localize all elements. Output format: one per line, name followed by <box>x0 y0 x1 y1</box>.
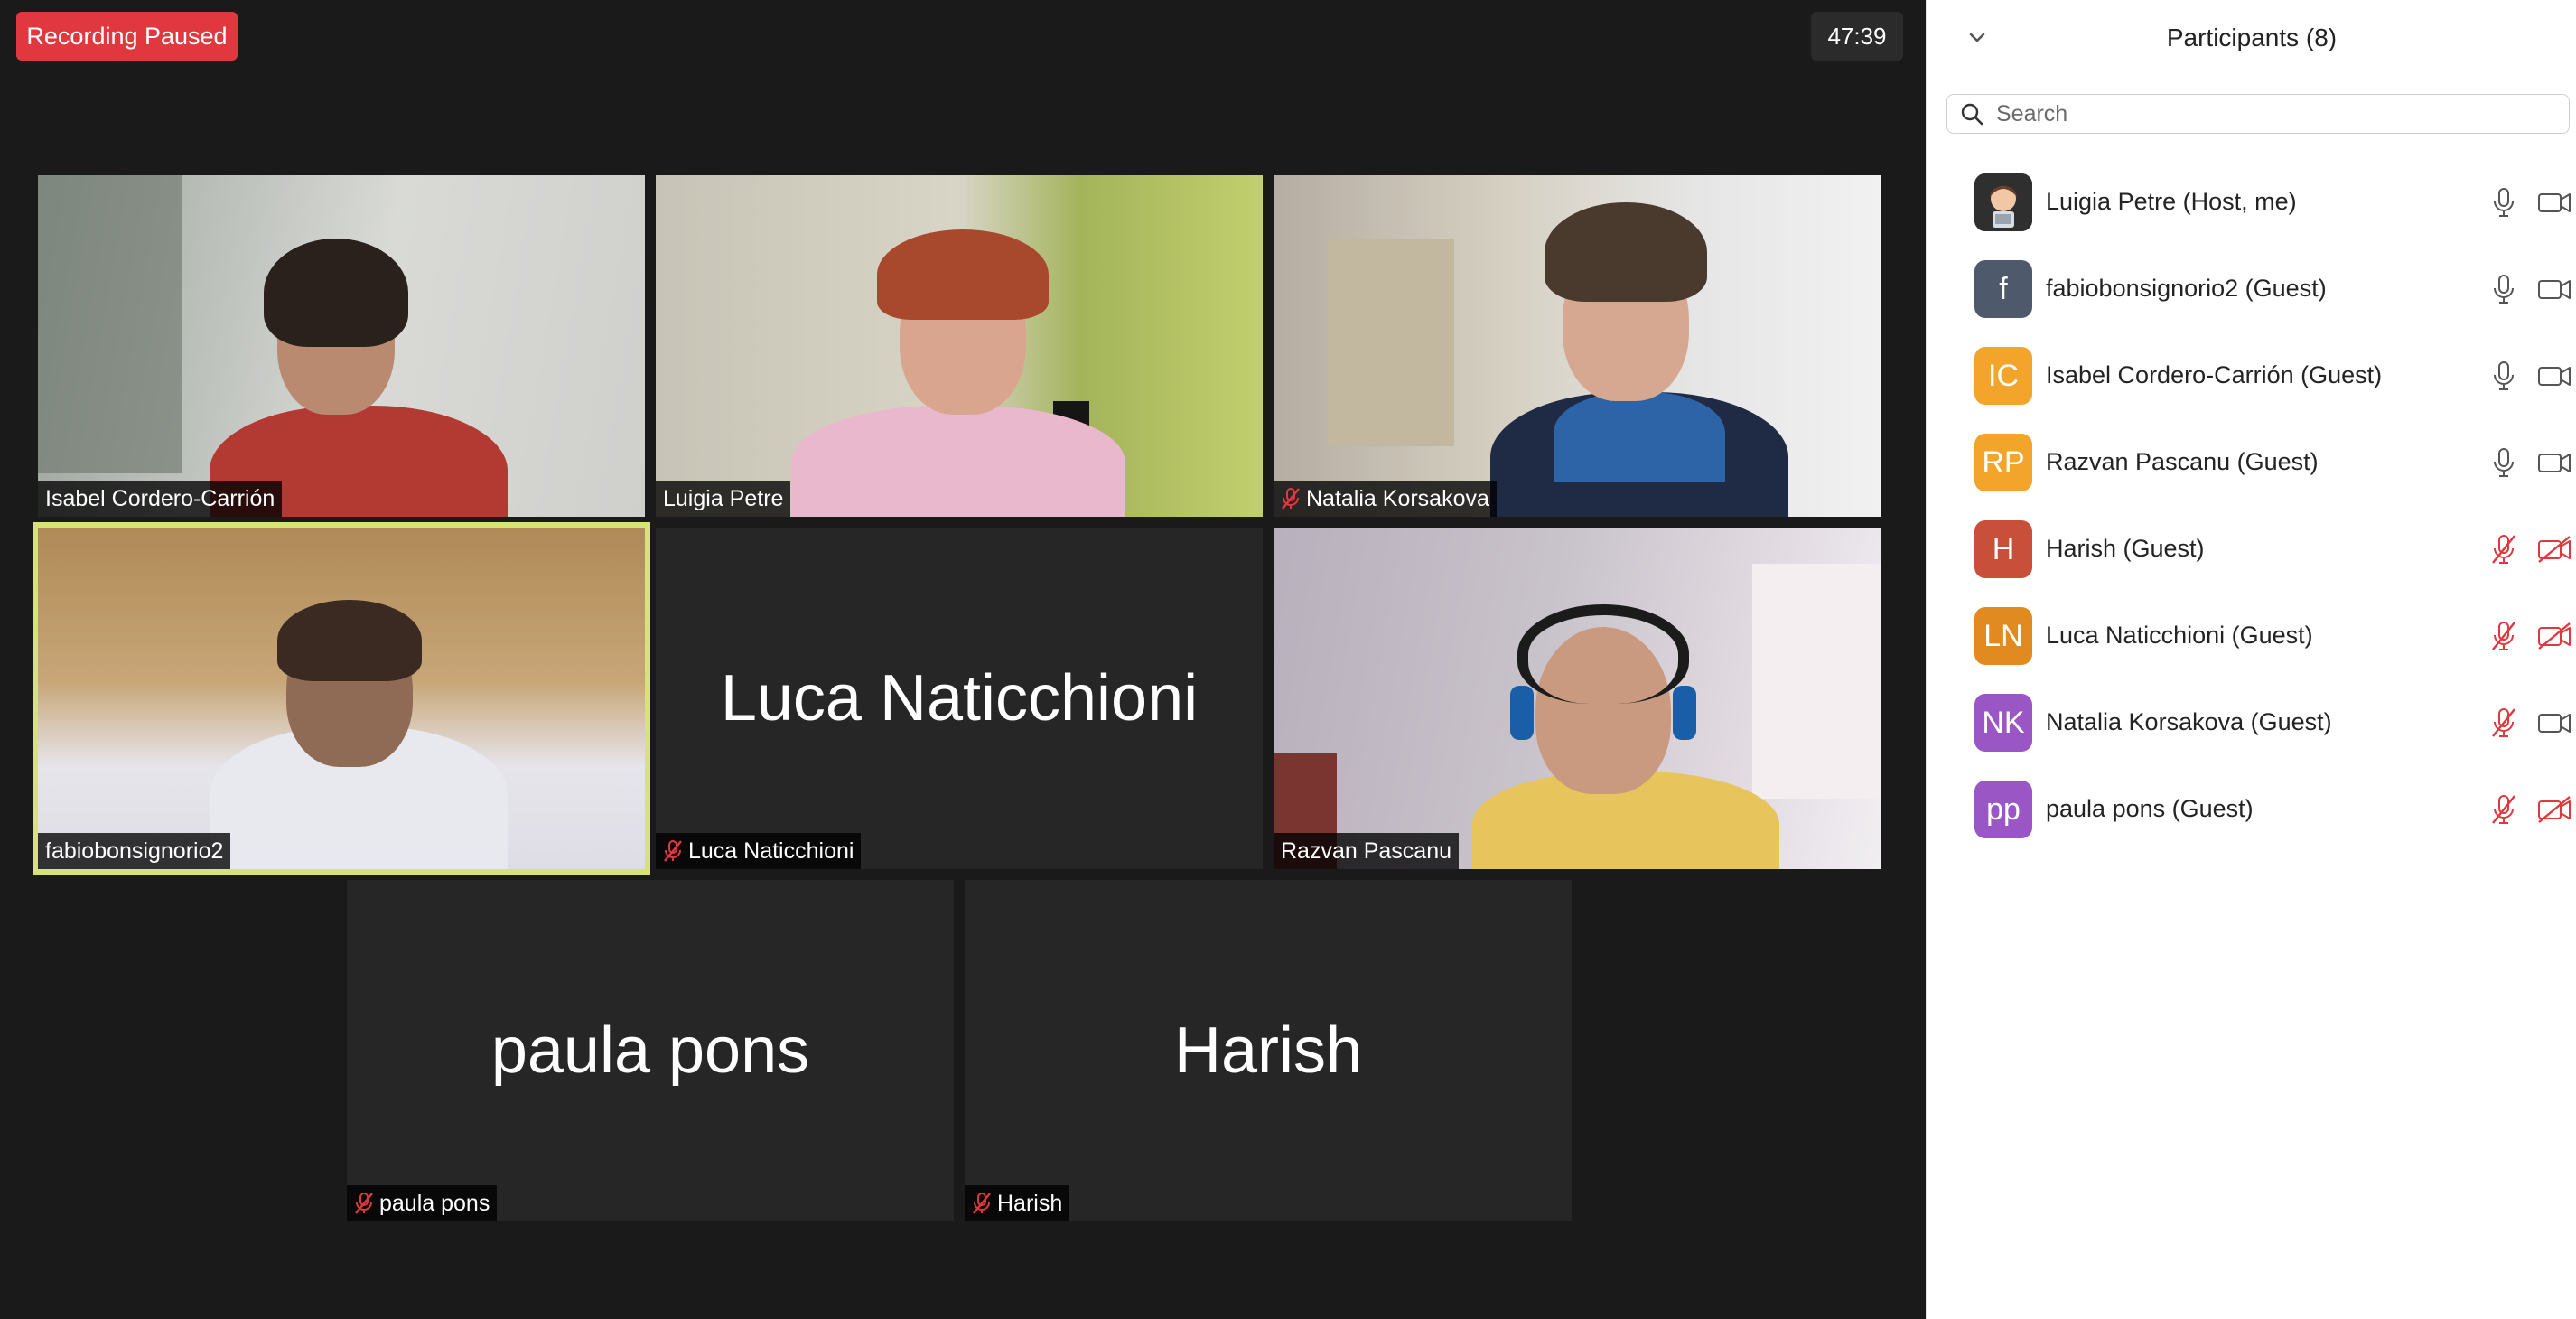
panel-header: Participants (8) <box>1927 0 2576 78</box>
meeting-timer: 47:39 <box>1811 12 1903 61</box>
name-tag: Harish <box>965 1185 1070 1221</box>
video-feed <box>38 175 645 517</box>
muted-mic-icon <box>1282 488 1300 510</box>
participant-name: fabiobonsignorio2 <box>45 837 224 864</box>
video-tile-luca[interactable]: Luca Naticchioni Luca Naticchioni <box>656 528 1263 869</box>
video-feed <box>38 528 645 869</box>
video-feed <box>1274 175 1881 517</box>
avatar: NK <box>1974 694 2032 752</box>
microphone-muted-icon[interactable] <box>2490 793 2517 826</box>
memoji-avatar-icon <box>1974 173 2032 231</box>
participant-big-name: Harish <box>1173 1015 1363 1087</box>
participant-name: Razvan Pascanu (Guest) <box>2046 448 2319 475</box>
video-tile-isabel[interactable]: Isabel Cordero-Carrión <box>38 175 645 517</box>
video-camera-off-icon[interactable] <box>2537 795 2571 824</box>
participant-name: Isabel Cordero-Carrión <box>45 485 275 511</box>
video-feed <box>656 175 1263 517</box>
muted-mic-icon <box>355 1193 373 1214</box>
meeting-area: Recording Paused 47:39 Isabel Cordero-Ca… <box>0 0 1926 1319</box>
video-camera-icon[interactable] <box>2537 361 2571 390</box>
participant-row[interactable]: H Harish (Guest) <box>1927 508 2576 594</box>
microphone-icon[interactable] <box>2490 273 2517 305</box>
muted-mic-icon <box>973 1193 991 1214</box>
name-tag: Luigia Petre <box>656 481 791 517</box>
participant-big-name: Luca Naticchioni <box>720 662 1199 734</box>
participant-name: Luigia Petre (Host, me) <box>2046 188 2297 215</box>
video-tile-paula[interactable]: paula pons paula pons <box>347 880 954 1221</box>
video-feed <box>1274 528 1881 869</box>
participant-row[interactable]: f fabiobonsignorio2 (Guest) <box>1927 248 2576 334</box>
participant-row[interactable]: pp paula pons (Guest) <box>1927 768 2576 855</box>
video-tile-luigia[interactable]: Luigia Petre <box>656 175 1263 517</box>
avatar: LN <box>1974 607 2032 665</box>
microphone-muted-icon[interactable] <box>2490 533 2517 566</box>
participant-name: Razvan Pascanu <box>1281 837 1452 864</box>
video-camera-icon[interactable] <box>2537 448 2571 477</box>
search-input[interactable] <box>1996 100 2538 127</box>
participants-panel: Participants (8) Luigia Petre (Host, me)… <box>1926 0 2576 1319</box>
microphone-icon[interactable] <box>2490 360 2517 392</box>
video-tile-fabio-active-speaker[interactable]: fabiobonsignorio2 <box>33 522 650 875</box>
participant-name: Isabel Cordero-Carrión (Guest) <box>2046 361 2383 388</box>
video-tile-razvan[interactable]: Razvan Pascanu <box>1274 528 1881 869</box>
name-tag: fabiobonsignorio2 <box>38 833 231 869</box>
name-tag: paula pons <box>347 1185 498 1221</box>
participant-name: paula pons <box>379 1190 490 1216</box>
panel-title: Participants (8) <box>2166 23 2338 51</box>
microphone-muted-icon[interactable] <box>2490 706 2517 739</box>
name-tag: Luca Naticchioni <box>656 833 862 869</box>
recording-paused-badge[interactable]: Recording Paused <box>16 12 238 61</box>
participant-row[interactable]: RP Razvan Pascanu (Guest) <box>1927 421 2576 508</box>
video-camera-off-icon[interactable] <box>2537 622 2571 650</box>
video-camera-icon[interactable] <box>2537 188 2571 217</box>
participant-row[interactable]: LN Luca Naticchioni (Guest) <box>1927 594 2576 681</box>
microphone-icon[interactable] <box>2490 186 2517 219</box>
participants-list: Luigia Petre (Host, me) f fabiobonsignorio… <box>1927 161 2576 855</box>
participant-name: Luca Naticchioni <box>688 837 854 864</box>
participant-row[interactable]: NK Natalia Korsakova (Guest) <box>1927 681 2576 768</box>
video-camera-icon[interactable] <box>2537 275 2571 304</box>
search-icon <box>1961 103 1983 126</box>
participant-name: paula pons (Guest) <box>2046 795 2254 822</box>
participant-row[interactable]: Luigia Petre (Host, me) <box>1927 161 2576 248</box>
video-camera-icon[interactable] <box>2537 708 2571 737</box>
muted-mic-icon <box>664 840 682 862</box>
video-tile-natalia[interactable]: Natalia Korsakova <box>1274 175 1881 517</box>
participant-name: Natalia Korsakova <box>1306 485 1489 511</box>
participant-name: fabiobonsignorio2 (Guest) <box>2046 275 2327 302</box>
video-tile-harish[interactable]: Harish Harish <box>965 880 1572 1221</box>
avatar <box>1974 173 2032 231</box>
video-camera-off-icon[interactable] <box>2537 535 2571 564</box>
avatar: IC <box>1974 347 2032 405</box>
avatar: pp <box>1974 781 2032 838</box>
name-tag: Isabel Cordero-Carrión <box>38 481 283 517</box>
participant-name: Natalia Korsakova (Guest) <box>2046 708 2332 735</box>
participant-name: Luca Naticchioni (Guest) <box>2046 622 2313 649</box>
participant-row[interactable]: IC Isabel Cordero-Carrión (Guest) <box>1927 334 2576 421</box>
avatar: H <box>1974 520 2032 578</box>
participant-name: Harish <box>997 1190 1063 1216</box>
name-tag: Natalia Korsakova <box>1274 481 1497 517</box>
participant-name: Harish (Guest) <box>2046 535 2205 562</box>
avatar: RP <box>1974 434 2032 491</box>
microphone-muted-icon[interactable] <box>2490 620 2517 652</box>
microphone-icon[interactable] <box>2490 446 2517 479</box>
search-field[interactable] <box>1946 94 2570 134</box>
participant-name: Luigia Petre <box>663 485 784 511</box>
participant-big-name: paula pons <box>490 1015 810 1087</box>
name-tag: Razvan Pascanu <box>1274 833 1460 869</box>
avatar: f <box>1974 260 2032 318</box>
